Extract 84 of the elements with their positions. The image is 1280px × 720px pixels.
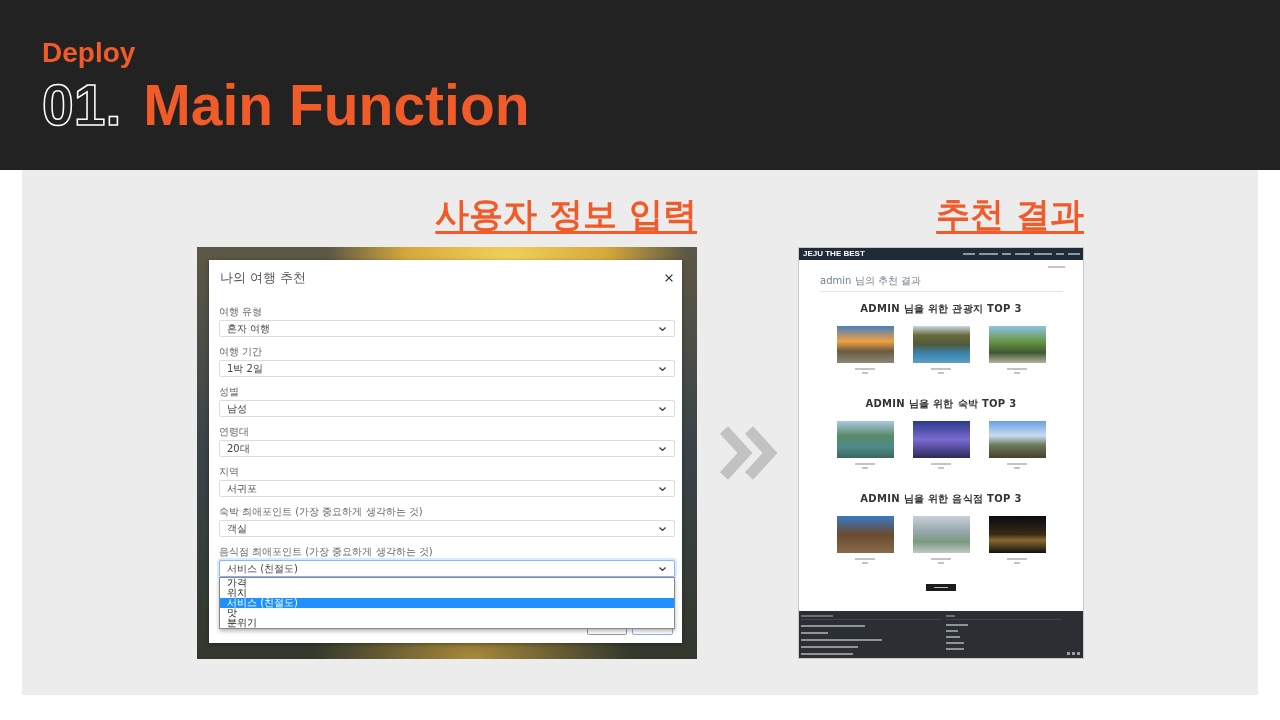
select-field[interactable]: 20대 [219,440,675,457]
text-line-placeholder [1048,266,1065,268]
text-line-placeholder [938,562,944,564]
text-line-placeholder [1014,562,1020,564]
text-line-placeholder [931,368,951,370]
photo-placeholder[interactable] [988,516,1046,553]
chevron-down-icon [659,326,666,331]
text-line-placeholder [862,372,868,374]
text-line-placeholder [938,372,944,374]
section-heading: 사용자 정보 입력 [435,193,697,236]
site-logo-text[interactable]: JEJU THE BEST [803,249,865,259]
section-title: ADMIN 님을 위한 음식점 TOP 3 [859,493,1023,505]
photo-placeholder[interactable] [912,421,970,458]
text-line-placeholder [1007,463,1027,465]
dropdown-option[interactable]: 위치 [220,588,674,598]
text-line-placeholder [801,646,858,648]
text-line-placeholder [855,368,875,370]
field-label: 연령대 [219,426,250,438]
field-label: 숙박 최애포인트 (가장 중요하게 생각하는 것) [219,506,424,518]
field-label: 여행 유형 [219,306,264,318]
text-line-placeholder [801,615,833,617]
chevron-down-icon [659,566,666,571]
select-field[interactable]: 혼자 여행 [219,320,675,337]
text-line-placeholder [946,648,964,650]
text-line-placeholder [1034,253,1052,255]
text-line-placeholder [946,630,958,632]
section-title: ADMIN 님을 위한 관광지 TOP 3 [859,303,1023,315]
chevron-down-icon [659,446,666,451]
chevron-down-icon [659,366,666,371]
section-number: 01. [42,73,122,137]
text-line-placeholder [963,253,975,255]
text-line-placeholder [946,642,964,644]
select-field[interactable]: 서귀포 [219,480,675,497]
text-line-placeholder [934,587,948,588]
text-line-placeholder [946,624,968,626]
text-line-placeholder [1014,467,1020,469]
section-label: Deploy [42,37,136,69]
text-line-placeholder [855,558,875,560]
field-label: 여행 기간 [219,346,264,358]
page-title: Main Function [143,73,530,137]
text-line-placeholder [862,562,868,564]
photo-placeholder[interactable] [988,421,1046,458]
text-line-placeholder [801,653,853,655]
select-field[interactable]: 서비스 (친절도) [219,560,675,577]
photo-placeholder[interactable] [836,421,894,458]
text-line-placeholder [801,632,828,634]
text-line-placeholder [1015,253,1030,255]
dropdown-option[interactable]: 가격 [220,578,674,588]
text-line-placeholder [1056,253,1064,255]
field-label: 성별 [219,386,240,398]
text-line-placeholder [1068,253,1080,255]
dropdown-option[interactable]: 분위기 [220,618,674,628]
chevron-down-icon [659,406,666,411]
text-line-placeholder [855,463,875,465]
text-line-placeholder [1002,253,1011,255]
result-page-title: admin 님의 추천 결과 [819,275,922,287]
text-line-placeholder [931,558,951,560]
photo-placeholder[interactable] [988,326,1046,363]
modal-title: 나의 여행 추천 [220,269,307,287]
select-field[interactable]: 객실 [219,520,675,537]
action-button[interactable] [926,584,956,591]
text-line-placeholder [931,463,951,465]
photo-placeholder[interactable] [912,326,970,363]
select-field[interactable]: 남성 [219,400,675,417]
text-line-placeholder [1007,368,1027,370]
text-line-placeholder [946,615,955,617]
text-line-placeholder [1007,558,1027,560]
dropdown-option[interactable]: 맛 [220,608,674,618]
section-heading: 추천 결과 [936,193,1084,236]
text-line-placeholder [979,253,998,255]
section-title: ADMIN 님을 위한 숙박 TOP 3 [864,398,1018,410]
double-chevron-icon [718,424,778,482]
text-line-placeholder [801,625,865,627]
text-line-placeholder [938,467,944,469]
photo-placeholder[interactable] [836,326,894,363]
close-icon[interactable] [665,274,673,282]
field-label: 지역 [219,466,240,478]
chevron-down-icon [659,486,666,491]
text-line-placeholder [946,636,960,638]
text-line-placeholder [1014,372,1020,374]
text-line-placeholder [862,467,868,469]
field-label: 음식점 최애포인트 (가장 중요하게 생각하는 것) [219,546,434,558]
select-field[interactable]: 1박 2일 [219,360,675,377]
chevron-down-icon [659,526,666,531]
